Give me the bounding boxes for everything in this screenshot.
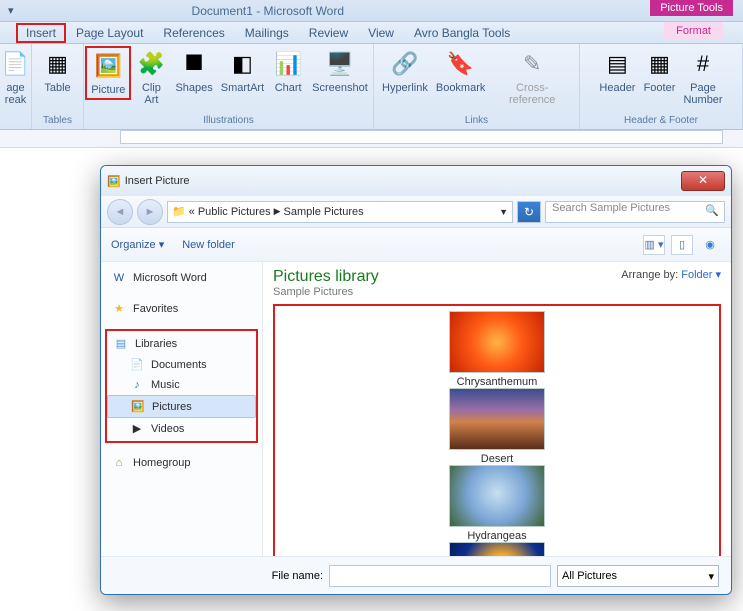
image-icon — [449, 388, 545, 450]
page-number-button[interactable]: # Page Number — [679, 46, 726, 108]
crossref-icon: ✎ — [516, 48, 548, 80]
sidebar-item-music[interactable]: ♪Music — [107, 375, 256, 395]
file-thumb[interactable]: Desert — [279, 388, 715, 465]
arrange-by[interactable]: Arrange by: Folder ▾ — [621, 268, 721, 298]
tab-avro[interactable]: Avro Bangla Tools — [404, 23, 520, 43]
bookmark-button[interactable]: 🔖 Bookmark — [432, 46, 490, 96]
tab-references[interactable]: References — [153, 23, 234, 43]
preview-button[interactable]: ▯ — [671, 235, 693, 255]
chevron-down-icon: ▾ — [708, 570, 714, 583]
dialog-titlebar[interactable]: 🖼️ Insert Picture ✕ — [101, 166, 731, 196]
smartart-button[interactable]: ◧ SmartArt — [217, 46, 268, 96]
sidebar-item-word[interactable]: WMicrosoft Word — [105, 268, 258, 288]
screenshot-button[interactable]: 🖥️ Screenshot — [308, 46, 372, 96]
file-thumb[interactable]: Hydrangeas — [279, 465, 715, 542]
image-icon — [449, 465, 545, 527]
header-icon: ▤ — [601, 48, 633, 80]
shapes-button[interactable]: ⯀ Shapes — [171, 46, 216, 96]
music-icon: ♪ — [129, 379, 145, 391]
tab-insert[interactable]: Insert — [16, 23, 66, 43]
image-icon — [449, 311, 545, 373]
toolbar: Organize ▾ New folder ▥ ▾ ▯ ◉ — [101, 228, 731, 262]
screenshot-icon: 🖥️ — [324, 48, 356, 80]
clipart-icon: 🧩 — [135, 48, 167, 80]
tab-format[interactable]: Format — [664, 22, 723, 40]
tab-page-layout[interactable]: Page Layout — [66, 23, 153, 43]
sidebar-item-videos[interactable]: ▶Videos — [107, 418, 256, 439]
tab-review[interactable]: Review — [299, 23, 358, 43]
library-subtitle: Sample Pictures — [273, 286, 379, 298]
hyperlink-icon: 🔗 — [389, 48, 421, 80]
smartart-icon: ◧ — [226, 48, 258, 80]
sidebar-item-homegroup[interactable]: ⌂Homegroup — [105, 453, 258, 473]
new-folder-button[interactable]: New folder — [182, 239, 235, 251]
ruler — [0, 130, 743, 148]
ribbon: 📄 age reak ▦ Table Tables 🖼️ Picture 🧩 C… — [0, 44, 743, 130]
homegroup-icon: ⌂ — [111, 457, 127, 469]
videos-icon: ▶ — [129, 422, 145, 435]
filename-input[interactable] — [329, 565, 551, 587]
dialog-title: Insert Picture — [125, 175, 681, 187]
hyperlink-button[interactable]: 🔗 Hyperlink — [378, 46, 432, 96]
page-break-icon: 📄 — [0, 48, 32, 80]
word-icon: W — [111, 272, 127, 284]
chart-icon: 📊 — [272, 48, 304, 80]
view-button[interactable]: ▥ ▾ — [643, 235, 665, 255]
star-icon: ★ — [111, 302, 127, 315]
sidebar-item-libraries[interactable]: ▤Libraries — [107, 333, 256, 354]
breadcrumb[interactable]: 📁 « Public Pictures ▶ Sample Pictures ▼ — [167, 201, 513, 223]
filename-label: File name: — [113, 570, 323, 582]
chart-button[interactable]: 📊 Chart — [268, 46, 308, 96]
picture-icon: 🖼️ — [92, 50, 124, 82]
forward-button[interactable]: ► — [137, 199, 163, 225]
help-button[interactable]: ◉ — [699, 235, 721, 255]
cross-reference-button[interactable]: ✎ Cross-reference — [489, 46, 575, 108]
file-thumb[interactable]: Chrysanthemum — [279, 311, 715, 388]
picture-button[interactable]: 🖼️ Picture — [85, 46, 131, 100]
sidebar-item-pictures[interactable]: 🖼️Pictures — [107, 395, 256, 418]
table-button[interactable]: ▦ Table — [38, 46, 78, 96]
shapes-icon: ⯀ — [178, 48, 210, 80]
refresh-button[interactable]: ↻ — [517, 201, 541, 223]
footer-button[interactable]: ▦ Footer — [639, 46, 679, 96]
page-break-button[interactable]: 📄 age reak — [0, 46, 36, 108]
page-number-icon: # — [687, 48, 719, 80]
folder-icon: 🖼️ — [107, 175, 121, 188]
chevron-down-icon[interactable]: ▼ — [499, 207, 508, 217]
file-filter-combo[interactable]: All Pictures▾ — [557, 565, 719, 587]
tab-mailings[interactable]: Mailings — [235, 23, 299, 43]
dialog-footer: File name: All Pictures▾ Tools ▾ Insert … — [101, 556, 731, 595]
qat-customize-icon[interactable]: ▾ — [8, 4, 14, 17]
folder-icon: 📁 — [172, 205, 186, 218]
insert-picture-dialog: 🖼️ Insert Picture ✕ ◄ ► 📁 « Public Pictu… — [100, 165, 732, 595]
pictures-icon: 🖼️ — [130, 400, 146, 413]
file-list-pane: Pictures library Sample Pictures Arrange… — [263, 262, 731, 556]
sidebar-item-favorites[interactable]: ★Favorites — [105, 298, 258, 319]
nav-bar: ◄ ► 📁 « Public Pictures ▶ Sample Picture… — [101, 196, 731, 228]
libraries-icon: ▤ — [113, 337, 129, 350]
contextual-tab-group: Picture Tools — [650, 0, 733, 16]
search-input[interactable]: Search Sample Pictures — [545, 201, 725, 223]
window-title: Document1 - Microsoft Word — [192, 4, 345, 18]
footer-icon: ▦ — [643, 48, 675, 80]
bookmark-icon: 🔖 — [445, 48, 477, 80]
nav-sidebar: WMicrosoft Word ★Favorites ▤Libraries 📄D… — [101, 262, 263, 556]
sidebar-item-documents[interactable]: 📄Documents — [107, 354, 256, 375]
ribbon-tabs: Insert Page Layout References Mailings R… — [0, 22, 743, 44]
header-button[interactable]: ▤ Header — [595, 46, 639, 96]
chevron-right-icon[interactable]: ▶ — [274, 206, 281, 217]
clipart-button[interactable]: 🧩 Clip Art — [131, 46, 171, 108]
file-thumb[interactable]: Jellyfish — [279, 542, 715, 556]
table-icon: ▦ — [42, 48, 74, 80]
thumbnail-grid: Chrysanthemum Desert Hydrangeas Jellyfis… — [273, 304, 721, 556]
tab-view[interactable]: View — [358, 23, 404, 43]
back-button[interactable]: ◄ — [107, 199, 133, 225]
app-titlebar: ▾ Document1 - Microsoft Word Picture Too… — [0, 0, 743, 22]
library-title: Pictures library — [273, 268, 379, 286]
close-button[interactable]: ✕ — [681, 171, 725, 191]
document-icon: 📄 — [129, 358, 145, 371]
image-icon — [449, 542, 545, 556]
organize-button[interactable]: Organize ▾ — [111, 238, 164, 251]
